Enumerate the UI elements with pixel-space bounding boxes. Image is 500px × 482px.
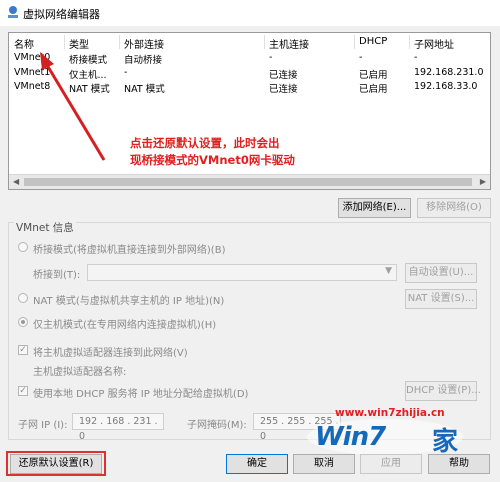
help-button[interactable]: 帮助 xyxy=(428,454,490,474)
row-dhcp: - xyxy=(359,52,363,63)
ok-button[interactable]: 确定 xyxy=(226,454,288,474)
host-only-radio[interactable] xyxy=(18,317,28,327)
column-header-subnet[interactable]: 子网地址 xyxy=(414,36,454,51)
nat-label: NAT 模式(与虚拟机共享主机的 IP 地址)(N) xyxy=(33,296,225,307)
chevron-down-icon: ▼ xyxy=(385,266,392,276)
annotation-line-2: 现桥接模式的VMnet0网卡驱动 xyxy=(130,153,295,167)
row-name: VMnet1 xyxy=(14,67,51,78)
column-header-dhcp[interactable]: DHCP xyxy=(359,36,387,47)
column-header-name[interactable]: 名称 xyxy=(14,36,34,51)
add-network-button[interactable]: 添加网络(E)... xyxy=(338,198,411,218)
subnet-ip-label: 子网 IP (I): xyxy=(18,420,68,431)
row-external: - xyxy=(124,67,128,78)
table-row[interactable]: VMnet0 桥接模式 自动桥接 - - - xyxy=(9,52,490,66)
network-editor-icon xyxy=(8,6,18,18)
column-header-type[interactable]: 类型 xyxy=(69,36,89,51)
row-name: VMnet8 xyxy=(14,81,51,92)
row-dhcp: 已启用 xyxy=(359,70,388,81)
restore-defaults-highlight xyxy=(6,451,106,476)
row-subnet: - xyxy=(414,52,418,63)
row-type: 仅主机... xyxy=(69,70,107,81)
watermark-logo-text: Win7 xyxy=(315,422,386,452)
row-name: VMnet0 xyxy=(14,52,51,63)
row-external: NAT 模式 xyxy=(124,84,165,95)
row-host: 已连接 xyxy=(269,70,298,81)
bridged-to-label: 桥接到(T): xyxy=(33,270,81,281)
annotation-text: 点击还原默认设置，此时会出 现桥接模式的VMnet0网卡驱动 xyxy=(130,135,295,169)
row-type: NAT 模式 xyxy=(69,84,110,95)
bridged-radio[interactable] xyxy=(18,242,28,252)
row-external: 自动桥接 xyxy=(124,55,163,66)
remove-network-button[interactable]: 移除网络(O) xyxy=(417,198,491,218)
bridged-label: 桥接模式(将虚拟机直接连接到外部网络)(B) xyxy=(33,245,226,256)
adapter-name-label: 主机虚拟适配器名称: xyxy=(33,367,127,378)
row-host: - xyxy=(269,52,273,63)
row-type: 桥接模式 xyxy=(69,55,108,66)
nat-radio[interactable] xyxy=(18,293,28,303)
column-header-host[interactable]: 主机连接 xyxy=(269,36,309,51)
watermark-home-text: 家 xyxy=(432,427,459,457)
horizontal-scrollbar[interactable]: ◀ ▶ xyxy=(9,174,490,189)
scroll-right-icon[interactable]: ▶ xyxy=(480,177,486,186)
row-host: 已连接 xyxy=(269,84,298,95)
column-header-external[interactable]: 外部连接 xyxy=(124,36,164,51)
scroll-thumb[interactable] xyxy=(24,178,472,186)
vmnet-info-title: VMnet 信息 xyxy=(14,220,76,235)
row-dhcp: 已启用 xyxy=(359,84,388,95)
bridged-to-select[interactable]: ▼ xyxy=(87,264,397,281)
connect-adapter-label: 将主机虚拟适配器连接到此网络(V) xyxy=(33,348,188,359)
nat-settings-button[interactable]: NAT 设置(S)... xyxy=(405,289,477,309)
row-subnet: 192.168.33.0 xyxy=(414,81,478,92)
subnet-ip-field[interactable]: 192 . 168 . 231 . 0 xyxy=(72,413,164,442)
window-title: 虚拟网络编辑器 xyxy=(23,8,100,21)
use-dhcp-label: 使用本地 DHCP 服务将 IP 地址分配给虚拟机(D) xyxy=(33,389,249,400)
table-row[interactable]: VMnet1 仅主机... - 已连接 已启用 192.168.231.0 xyxy=(9,67,490,81)
host-only-label: 仅主机模式(在专用网络内连接虚拟机)(H) xyxy=(33,320,217,331)
subnet-mask-label: 子网掩码(M): xyxy=(187,420,247,431)
dhcp-settings-button[interactable]: DHCP 设置(P)... xyxy=(405,381,481,401)
annotation-line-1: 点击还原默认设置，此时会出 xyxy=(130,136,280,150)
title-bar: 虚拟网络编辑器 xyxy=(0,0,500,26)
use-dhcp-checkbox[interactable]: ✓ xyxy=(18,386,28,396)
row-subnet: 192.168.231.0 xyxy=(414,67,484,78)
cancel-button[interactable]: 取消 xyxy=(293,454,355,474)
scroll-left-icon[interactable]: ◀ xyxy=(13,177,19,186)
connect-adapter-checkbox[interactable]: ✓ xyxy=(18,345,28,355)
auto-settings-button[interactable]: 自动设置(U)... xyxy=(405,263,477,283)
apply-button[interactable]: 应用 xyxy=(360,454,422,474)
table-row[interactable]: VMnet8 NAT 模式 NAT 模式 已连接 已启用 192.168.33.… xyxy=(9,81,490,95)
